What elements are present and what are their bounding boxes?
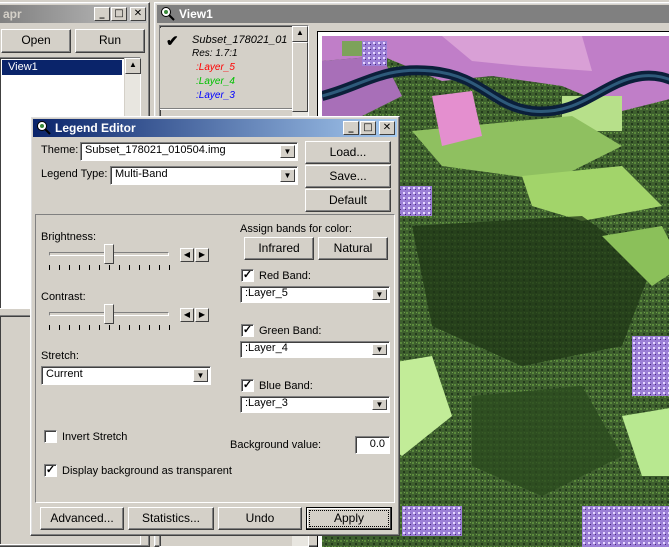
view-window-titlebar[interactable]: View1 (157, 5, 669, 23)
chevron-down-icon[interactable]: ▼ (372, 344, 387, 355)
theme-select[interactable]: Subset_178021_010504.img ▼ (80, 142, 298, 161)
project-window-title: apr (3, 7, 22, 21)
chevron-down-icon[interactable]: ▼ (280, 145, 295, 158)
legend-type-label: Legend Type: (41, 168, 108, 180)
legend-type-value: Multi-Band (115, 168, 168, 180)
chevron-down-icon[interactable]: ▼ (193, 369, 208, 382)
invert-stretch-checkbox[interactable] (44, 430, 57, 443)
red-band-checkbox[interactable]: ✓ (241, 269, 254, 282)
scroll-up-icon[interactable]: ▲ (125, 58, 141, 74)
toc-theme-entry[interactable]: ✔ Subset_178021_01 Res: 1.7:1 :Layer_5 :… (160, 28, 292, 110)
toc-layer-green: :Layer_4 (196, 76, 235, 87)
toc-layer-red: :Layer_5 (196, 62, 235, 73)
chevron-down-icon[interactable]: ▼ (372, 289, 387, 300)
legend-editor-icon (37, 121, 51, 135)
brightness-label: Brightness: (41, 231, 97, 243)
toc-layer-blue: :Layer_3 (196, 90, 235, 101)
theme-select-value: Subset_178021_010504.img (85, 144, 226, 156)
stretch-select[interactable]: Current ▼ (41, 366, 211, 385)
background-value-input[interactable]: 0.0 (355, 436, 390, 454)
undo-button[interactable]: Undo (218, 507, 302, 530)
red-band-label: Red Band: (259, 270, 311, 282)
theme-visibility-check-icon[interactable]: ✔ (166, 32, 179, 50)
invert-stretch-label: Invert Stretch (62, 431, 128, 443)
save-button[interactable]: Save... (305, 165, 391, 188)
green-band-checkbox[interactable]: ✓ (241, 324, 254, 337)
brightness-ticks (49, 265, 170, 270)
le-maximize-icon[interactable]: □ (360, 121, 376, 135)
minimize-icon[interactable]: _ (94, 7, 110, 21)
open-button[interactable]: Open (1, 29, 71, 53)
assign-bands-label: Assign bands for color: (240, 223, 352, 235)
green-band-label: Green Band: (259, 325, 322, 337)
advanced-button[interactable]: Advanced... (40, 507, 124, 530)
stretch-value: Current (46, 368, 83, 380)
legend-type-select[interactable]: Multi-Band ▼ (110, 166, 298, 185)
apply-button[interactable]: Apply (306, 507, 392, 530)
stretch-label: Stretch: (41, 350, 79, 362)
toc-theme-name: Subset_178021_01 (192, 34, 288, 46)
toc-divider (160, 108, 292, 110)
contrast-slider[interactable] (104, 304, 114, 324)
list-item-view1[interactable]: View1 (2, 60, 122, 75)
chevron-down-icon[interactable]: ▼ (372, 399, 387, 410)
infrared-button[interactable]: Infrared (244, 237, 314, 260)
background-value-label: Background value: (230, 439, 322, 451)
brightness-slider[interactable] (104, 244, 114, 264)
le-minimize-icon[interactable]: _ (343, 121, 359, 135)
display-bg-transparent-label: Display background as transparent (62, 465, 232, 477)
project-window-controls: _ □ ✕ (93, 7, 146, 21)
run-button[interactable]: Run (75, 29, 145, 53)
close-icon[interactable]: ✕ (130, 7, 146, 21)
brightness-left-icon[interactable]: ◀ (180, 248, 194, 262)
legend-editor-dialog: Legend Editor _ □ ✕ Theme: Subset_178021… (30, 116, 400, 536)
contrast-right-icon[interactable]: ▶ (195, 308, 209, 322)
display-bg-transparent-checkbox[interactable]: ✓ (44, 464, 57, 477)
green-band-value: :Layer_4 (245, 342, 288, 354)
red-band-select[interactable]: :Layer_5 ▼ (240, 286, 390, 303)
le-close-icon[interactable]: ✕ (379, 121, 395, 135)
toc-resolution: Res: 1.7:1 (192, 48, 238, 59)
legend-editor-title: Legend Editor (55, 121, 136, 135)
default-button[interactable]: Default (305, 189, 391, 212)
blue-band-checkbox[interactable]: ✓ (241, 379, 254, 392)
natural-button[interactable]: Natural (318, 237, 388, 260)
load-button[interactable]: Load... (305, 141, 391, 164)
green-band-select[interactable]: :Layer_4 ▼ (240, 341, 390, 358)
view-icon (161, 7, 175, 21)
red-band-value: :Layer_5 (245, 287, 288, 299)
background-value-text: 0.0 (369, 438, 385, 450)
blue-band-label: Blue Band: (259, 380, 313, 392)
legend-editor-controls: _ □ ✕ (342, 121, 395, 135)
statistics-button[interactable]: Statistics... (128, 507, 214, 530)
theme-label: Theme: (41, 144, 79, 156)
brightness-right-icon[interactable]: ▶ (195, 248, 209, 262)
contrast-label: Contrast: (41, 291, 86, 303)
maximize-icon[interactable]: □ (111, 7, 127, 21)
toc-scroll-thumb[interactable] (292, 42, 308, 112)
chevron-down-icon[interactable]: ▼ (280, 169, 295, 182)
toc-scroll-up-icon[interactable]: ▲ (292, 26, 308, 42)
contrast-ticks (49, 325, 170, 330)
blue-band-select[interactable]: :Layer_3 ▼ (240, 396, 390, 413)
blue-band-value: :Layer_3 (245, 397, 288, 409)
contrast-left-icon[interactable]: ◀ (180, 308, 194, 322)
view-window-title: View1 (179, 7, 213, 21)
